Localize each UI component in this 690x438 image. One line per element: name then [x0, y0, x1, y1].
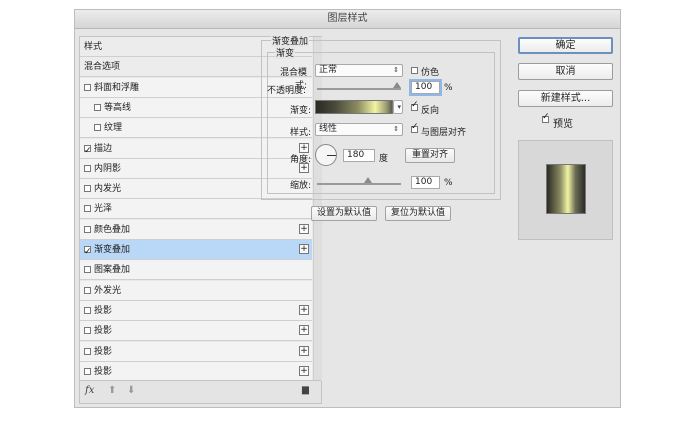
layer-style-dialog: 图层样式 样式混合选项斜面和浮雕等高线纹理描边+内阴影+内发光光泽颜色叠加+渐变…: [74, 9, 621, 408]
angle-input[interactable]: 180: [343, 149, 375, 162]
style-enable-checkbox[interactable]: [84, 83, 91, 91]
style-list-item-label: 颜色叠加: [94, 224, 131, 235]
style-enable-checkbox[interactable]: [84, 327, 91, 335]
opacity-slider-thumb[interactable]: [393, 82, 401, 88]
style-list-item-label: 样式: [84, 42, 103, 52]
style-enable-checkbox[interactable]: [84, 225, 91, 233]
style-enable-checkbox[interactable]: [84, 286, 91, 294]
style-enable-checkbox[interactable]: [84, 266, 91, 274]
style-list-item-label: 内发光: [94, 184, 122, 195]
preview-checkbox[interactable]: [542, 112, 550, 123]
angle-dial[interactable]: [315, 144, 337, 166]
style-preview-box: [518, 140, 613, 240]
style-enable-checkbox[interactable]: [94, 124, 101, 132]
preview-label: 预览: [553, 119, 573, 130]
style-list-item-label: 投影: [94, 346, 113, 357]
style-enable-checkbox[interactable]: [84, 205, 91, 213]
scale-slider-thumb[interactable]: [364, 177, 372, 183]
gradient-label: 渐变:: [289, 106, 311, 116]
style-preview-swatch: [546, 164, 586, 214]
group-title: 渐变: [275, 46, 296, 59]
style-list-item-label: 光泽: [94, 204, 113, 215]
style-list-item-label: 内阴影: [94, 163, 122, 174]
gradient-swatch[interactable]: [315, 100, 393, 114]
style-enable-checkbox[interactable]: [84, 367, 91, 375]
style-list-item-label: 等高线: [104, 102, 132, 113]
dither-label: 仿色: [421, 68, 440, 78]
style-list-item-label: 描边: [94, 143, 113, 154]
blend-mode-select[interactable]: 正常 ⇕: [315, 64, 403, 77]
style-enable-checkbox[interactable]: [84, 164, 91, 172]
gradient-overlay-panel: 渐变叠加 渐变 混合模式: 正常 ⇕ 仿色 不透明度: 100 % 渐变: ▾ …: [261, 34, 501, 402]
style-list-item-label: 斜面和浮雕: [94, 82, 140, 93]
blend-mode-value: 正常: [319, 65, 338, 75]
reset-alignment-button[interactable]: 重置对齐: [405, 148, 455, 163]
style-enable-checkbox[interactable]: [84, 242, 92, 262]
style-enable-checkbox[interactable]: [84, 347, 91, 355]
move-down-icon[interactable]: ⬇: [127, 385, 135, 396]
scale-input[interactable]: 100: [411, 176, 440, 189]
style-list-item-label: 投影: [94, 366, 113, 377]
reverse-label: 反向: [421, 106, 440, 116]
new-style-button[interactable]: 新建样式...: [518, 90, 613, 107]
style-value: 线性: [319, 124, 338, 134]
fx-icon[interactable]: fx: [85, 385, 94, 396]
select-arrows-icon: ⇕: [393, 125, 399, 133]
style-select[interactable]: 线性 ⇕: [315, 123, 403, 136]
style-enable-checkbox[interactable]: [94, 103, 101, 111]
opacity-input[interactable]: 100: [411, 81, 440, 94]
style-label: 样式:: [289, 128, 311, 138]
select-arrows-icon: ⇕: [393, 66, 399, 74]
opacity-label: 不透明度:: [267, 86, 307, 96]
style-list-item-label: 渐变叠加: [94, 245, 131, 255]
scale-slider-track[interactable]: [317, 183, 401, 185]
style-enable-checkbox[interactable]: [84, 141, 92, 161]
style-enable-checkbox[interactable]: [84, 306, 91, 314]
dialog-title: 图层样式: [75, 10, 620, 29]
angle-unit: 度: [379, 154, 389, 164]
align-with-layer-checkbox[interactable]: [411, 122, 419, 133]
opacity-slider-track[interactable]: [317, 88, 401, 90]
scale-label: 缩放:: [289, 181, 311, 191]
move-up-icon[interactable]: ⬆: [108, 385, 116, 396]
align-with-layer-label: 与图层对齐: [421, 128, 467, 138]
dropdown-arrow-icon: ▾: [397, 103, 401, 111]
style-list-item-label: 纹理: [104, 123, 123, 134]
gradient-picker-dropdown[interactable]: ▾: [393, 100, 403, 114]
angle-label: 角度:: [289, 155, 311, 165]
style-list-item-label: 外发光: [94, 285, 122, 296]
scale-unit: %: [444, 178, 453, 188]
style-list-item-label: 图案叠加: [94, 265, 131, 276]
style-list-item-label: 投影: [94, 326, 113, 337]
style-list-item-label: 投影: [94, 305, 113, 316]
ok-button[interactable]: 确定: [518, 37, 613, 54]
style-enable-checkbox[interactable]: [84, 185, 91, 193]
dither-checkbox[interactable]: [411, 67, 418, 74]
cancel-button[interactable]: 取消: [518, 63, 613, 80]
style-list-item-label: 混合选项: [84, 62, 121, 73]
opacity-unit: %: [444, 83, 453, 93]
reverse-checkbox[interactable]: [411, 100, 419, 111]
make-default-button[interactable]: 设置为默认值: [311, 206, 377, 221]
reset-to-default-button[interactable]: 复位为默认值: [385, 206, 451, 221]
